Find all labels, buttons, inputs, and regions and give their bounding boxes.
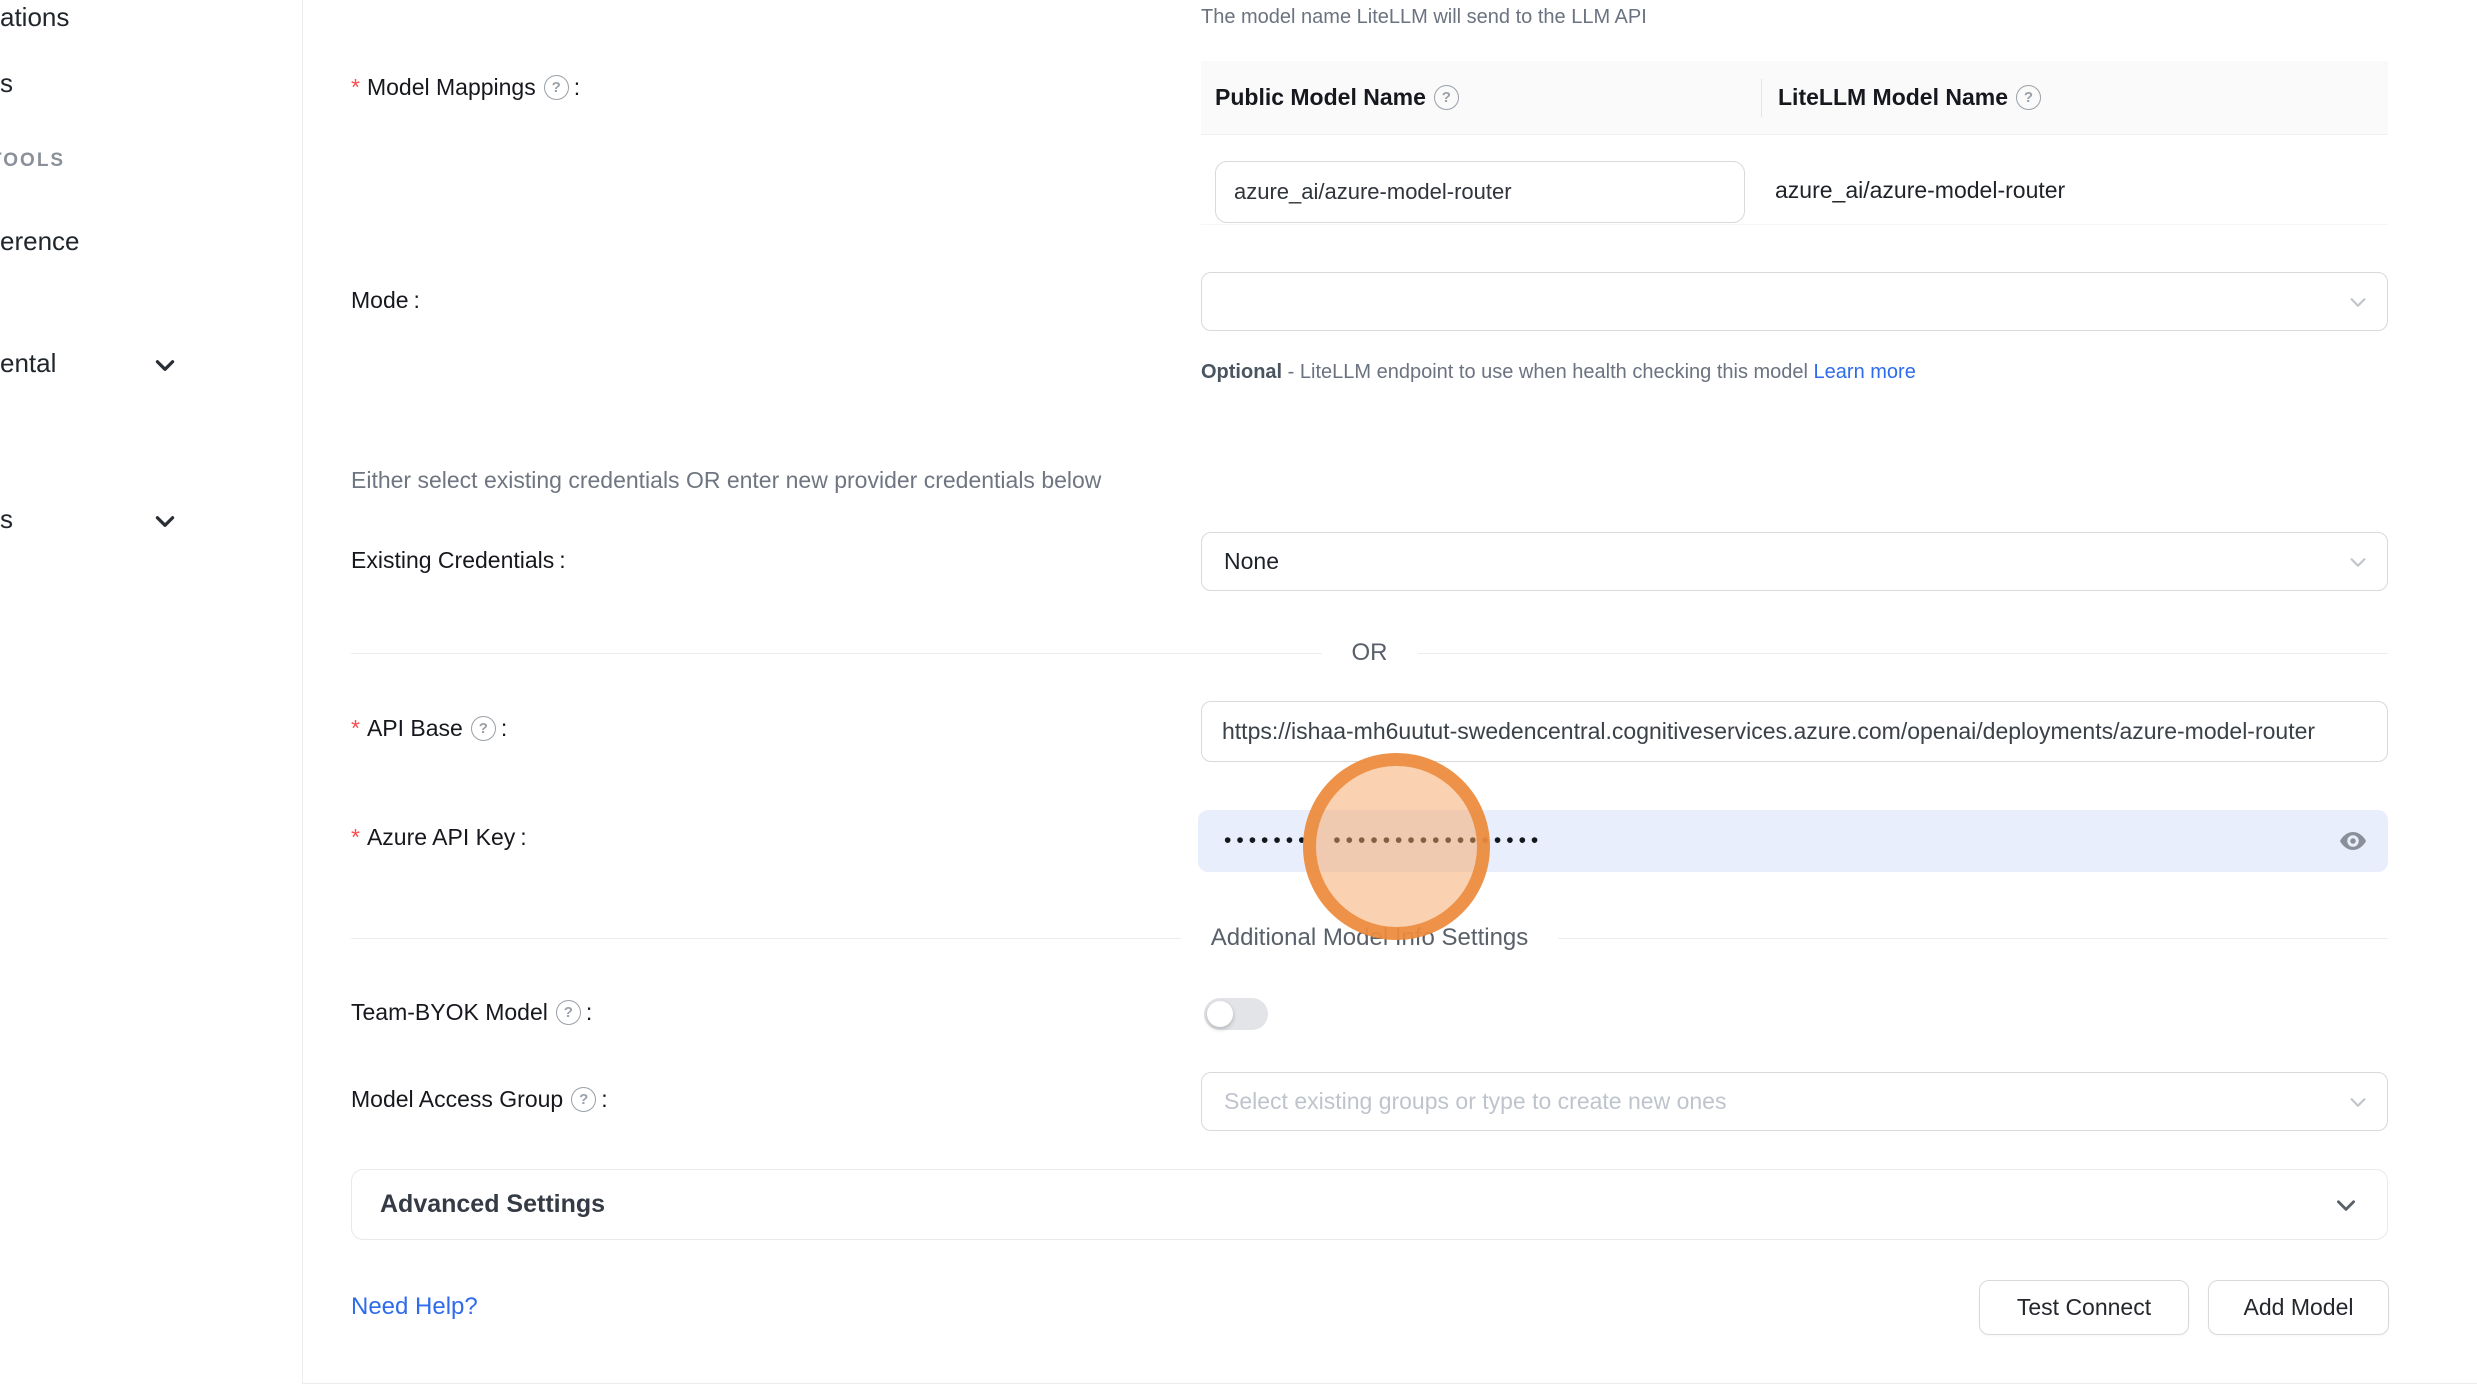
column-divider	[1761, 79, 1762, 117]
add-model-button[interactable]: Add Model	[2208, 1280, 2389, 1335]
model-access-group-select[interactable]: Select existing groups or type to create…	[1201, 1072, 2388, 1131]
or-divider: OR	[351, 633, 2388, 673]
chevron-down-icon	[2347, 291, 2369, 313]
litellm-model-name-helper: The model name LiteLLM will send to the …	[1201, 6, 1647, 29]
existing-credentials-label: Existing Credentials :	[351, 547, 566, 574]
sidebar: ations s TOOLS erence ental s	[0, 0, 302, 1385]
help-icon[interactable]: ?	[571, 1087, 596, 1112]
advanced-settings-panel[interactable]: Advanced Settings	[351, 1169, 2388, 1240]
sidebar-section-tools: TOOLS	[0, 150, 65, 172]
litellm-model-name-header: LiteLLM Model Name ?	[1762, 84, 2388, 111]
sidebar-item-experimental[interactable]: ental	[0, 348, 56, 379]
public-model-name-header: Public Model Name ?	[1201, 84, 1762, 111]
sidebar-item-organizations[interactable]: ations	[0, 2, 69, 33]
sidebar-item-models[interactable]: s	[0, 68, 13, 99]
mode-help-text: Optional - LiteLLM endpoint to use when …	[1201, 352, 2021, 392]
table-header-row: Public Model Name ? LiteLLM Model Name ?	[1201, 61, 2388, 135]
public-model-name-input[interactable]	[1215, 161, 1745, 223]
chevron-down-icon	[152, 508, 178, 534]
required-marker: *	[351, 74, 360, 101]
model-mappings-table: Public Model Name ? LiteLLM Model Name ?…	[1201, 61, 2388, 225]
add-model-page: ations s TOOLS erence ental s The model …	[0, 0, 2477, 1385]
model-mappings-label: * Model Mappings ? :	[351, 74, 580, 101]
help-icon[interactable]: ?	[2016, 85, 2041, 110]
add-model-form-card: The model name LiteLLM will send to the …	[302, 0, 2477, 1384]
help-icon[interactable]: ?	[544, 75, 569, 100]
required-marker: *	[351, 715, 360, 742]
sidebar-item-inference[interactable]: erence	[0, 226, 80, 257]
help-icon[interactable]: ?	[556, 1000, 581, 1025]
help-icon[interactable]: ?	[471, 716, 496, 741]
model-access-group-label: Model Access Group ? :	[351, 1086, 608, 1113]
team-byok-label: Team-BYOK Model ? :	[351, 999, 592, 1026]
litellm-model-name-value: azure_ai/azure-model-router	[1775, 177, 2065, 204]
learn-more-link[interactable]: Learn more	[1814, 361, 1916, 383]
credentials-note: Either select existing credentials OR en…	[351, 467, 1101, 494]
mode-select[interactable]	[1201, 272, 2388, 331]
mode-label: Mode :	[351, 287, 420, 314]
additional-settings-divider: Additional Model Info Settings	[351, 918, 2388, 958]
team-byok-toggle[interactable]	[1204, 998, 1268, 1030]
chevron-down-icon	[2347, 1091, 2369, 1113]
chevron-down-icon	[2333, 1192, 2359, 1218]
api-base-label: * API Base ? :	[351, 715, 507, 742]
need-help-link[interactable]: Need Help?	[351, 1293, 478, 1321]
required-marker: *	[351, 824, 360, 851]
table-row: azure_ai/azure-model-router	[1201, 135, 2388, 225]
azure-api-key-input[interactable]: ••••••• •••••••••••••••••	[1198, 810, 2388, 872]
test-connect-button[interactable]: Test Connect	[1979, 1280, 2189, 1335]
help-icon[interactable]: ?	[1434, 85, 1459, 110]
select-placeholder: Select existing groups or type to create…	[1224, 1088, 1726, 1115]
existing-credentials-select[interactable]: None	[1201, 532, 2388, 591]
chevron-down-icon	[2347, 551, 2369, 573]
masked-api-key: ••••••• •••••••••••••••••	[1224, 829, 1543, 853]
chevron-down-icon	[152, 352, 178, 378]
toggle-knob	[1207, 1001, 1233, 1027]
api-base-input[interactable]	[1201, 701, 2388, 762]
azure-api-key-label: * Azure API Key :	[351, 824, 527, 851]
sidebar-item-settings[interactable]: s	[0, 504, 13, 535]
eye-icon[interactable]	[2338, 826, 2368, 856]
